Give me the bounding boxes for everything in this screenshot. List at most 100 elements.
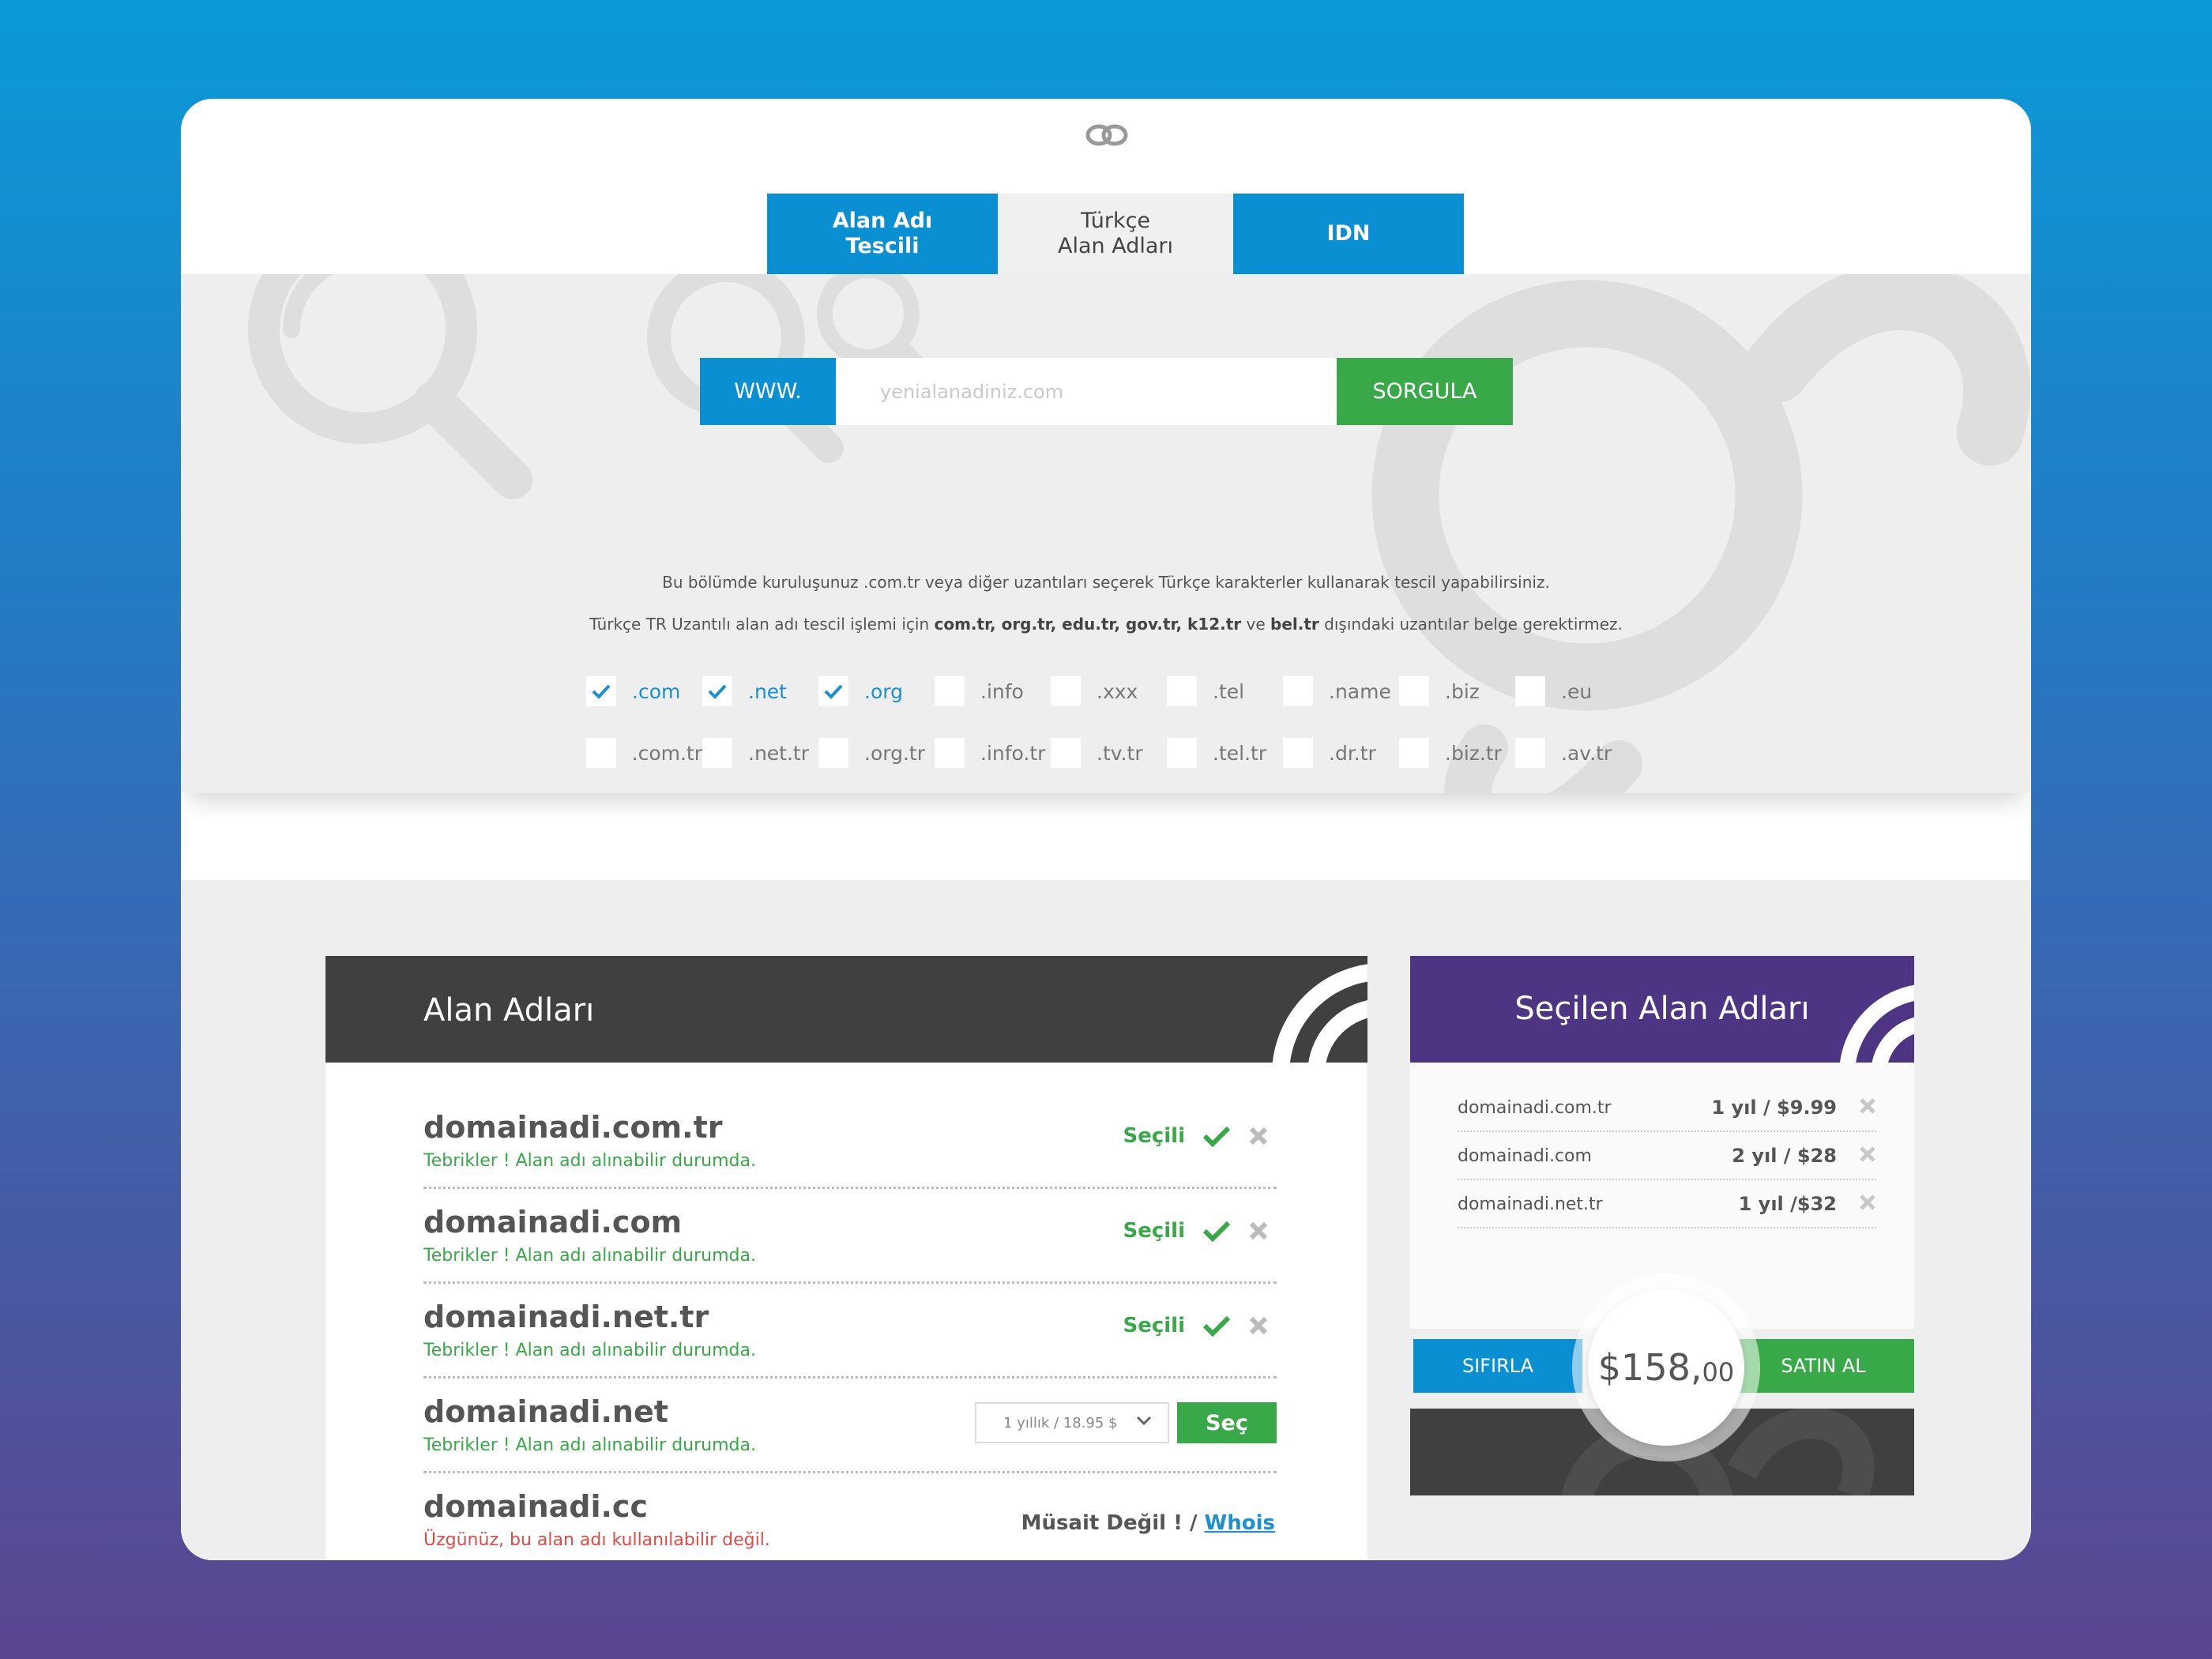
extension-checkbox[interactable] [1167,676,1197,706]
remove-icon[interactable] [1248,1315,1269,1336]
domain-result-row: domainadi.cc Üzgünüz, bu alan adı kullanı… [423,1473,1277,1560]
selected-indicator: Seçili [1123,1314,1269,1337]
domain-search-input[interactable] [836,358,1337,425]
tab-domain-registration[interactable]: Alan Adı Tescili [767,194,998,274]
check-icon [592,684,611,699]
extension-checkbox[interactable] [1167,738,1197,768]
background-frame: Alan Adı Tescili Türkçe Alan Adları IDN … [0,0,2212,1659]
tab-turkish-domains[interactable]: Türkçe Alan Adları [998,194,1233,274]
tab-idn[interactable]: IDN [1233,194,1464,274]
remove-icon[interactable] [1859,1097,1876,1118]
results-section: Alan Adları domainadi.com.tr Tebrikler ! … [181,880,2031,1560]
reset-button[interactable]: SIFIRLA [1413,1339,1582,1393]
extension-option[interactable]: .net [702,675,818,707]
domain-result-row: domainadi.net Tebrikler ! Alan adı alınab… [423,1379,1277,1473]
checkmark-icon [1202,1125,1231,1147]
search-bar: WWW. SORGULA [700,358,1513,425]
unavailable-info: Müsait Değil ! / Whois [1021,1511,1275,1535]
remove-icon[interactable] [1859,1146,1876,1166]
extension-label: .net [748,679,787,703]
selected-domain-price: 1 yıl /$32 [1738,1193,1837,1215]
period-value: 1 yıllık / 18.95 $ [1003,1414,1118,1431]
extension-checkbox[interactable] [1283,676,1313,706]
extension-checkbox[interactable] [1283,738,1313,768]
extension-checkbox[interactable] [1399,738,1429,768]
extension-checkbox[interactable] [1515,676,1545,706]
extension-label: .org.tr [864,741,925,765]
check-icon [824,684,843,699]
extension-label: .biz [1445,679,1480,703]
extension-option[interactable]: .tel [1167,675,1283,707]
selected-label: Seçili [1123,1124,1185,1148]
extension-option[interactable]: .org [818,675,935,707]
extension-option[interactable]: .dr.tr [1283,737,1399,769]
extension-checkbox[interactable] [1051,738,1081,768]
extension-label: .tv.tr [1097,741,1143,765]
extension-option[interactable]: .com.tr [586,737,702,769]
extension-option[interactable]: .com [586,675,702,707]
extension-checkbox[interactable] [586,738,616,768]
extension-checkbox[interactable] [702,676,732,706]
selected-label: Seçili [1123,1219,1185,1243]
extension-option[interactable]: .org.tr [818,737,935,769]
extension-option[interactable]: .info.tr [935,737,1051,769]
period-select[interactable]: 1 yıllık / 18.95 $ [975,1402,1169,1443]
whois-link[interactable]: Whois [1205,1511,1275,1535]
domain-name: domainadi.com [423,1205,683,1240]
remove-icon[interactable] [1859,1194,1876,1214]
extension-option[interactable]: .av.tr [1515,737,1631,769]
selected-header: Seçilen Alan Adları [1410,956,1914,1063]
remove-icon[interactable] [1248,1126,1269,1146]
checkmark-icon [1202,1220,1231,1242]
extension-checkbox[interactable] [586,676,616,706]
info-text-1: Bu bölümde kuruluşunuz .com.tr veya diğe… [662,573,1550,592]
extension-option[interactable]: .xxx [1051,675,1167,707]
selected-domain-name: domainadi.net.tr [1458,1194,1603,1214]
total-price: $158, 00 [1588,1289,1744,1446]
extension-label: .name [1329,679,1391,703]
extension-option[interactable]: .tel.tr [1167,737,1283,769]
extension-checkbox[interactable] [1051,676,1081,706]
domain-status: Tebrikler ! Alan adı alınabilir durumda. [423,1435,756,1455]
tab-bar: Alan Adı Tescili Türkçe Alan Adları IDN [767,194,1464,274]
extension-option[interactable]: .biz.tr [1399,737,1515,769]
query-button[interactable]: SORGULA [1337,358,1513,425]
selected-label: Seçili [1123,1314,1185,1337]
extension-label: .com [632,679,681,703]
extension-label: .org [864,679,903,703]
extension-checkbox[interactable] [1515,738,1545,768]
extension-option[interactable]: .name [1283,675,1399,707]
remove-icon[interactable] [1248,1221,1269,1241]
header-arc-decoration [1272,964,1367,1063]
chevron-down-icon [1136,1416,1152,1426]
info-text-2: Türkçe TR Uzantılı alan adı tescil işlem… [589,615,1623,634]
extension-label: .net.tr [748,741,810,765]
domain-result-row: domainadi.com Tebrikler ! Alan adı alınab… [423,1189,1277,1284]
extension-checkbox[interactable] [818,738,848,768]
extension-checkbox[interactable] [1399,676,1429,706]
extension-label: .info.tr [980,741,1046,765]
extension-option[interactable]: .info [935,675,1051,707]
domain-results-panel: Alan Adları domainadi.com.tr Tebrikler ! … [325,956,1367,1560]
results-header: Alan Adları [325,956,1367,1063]
extension-label: .tel [1213,679,1245,703]
extension-checkbox[interactable] [935,738,965,768]
domain-status: Üzgünüz, bu alan adı kullanılabilir deği… [423,1530,770,1550]
logo-icon [1085,124,1128,146]
extension-option[interactable]: .tv.tr [1051,737,1167,769]
selected-domain-name: domainadi.com.tr [1458,1097,1612,1118]
selected-domains-panel: Seçilen Alan Adları domainadi.com.tr 1 yı… [1410,956,1914,1504]
extension-checkbox[interactable] [935,676,965,706]
extension-option[interactable]: .eu [1515,675,1631,707]
extension-option[interactable]: .biz [1399,675,1515,707]
check-icon [708,684,727,699]
extension-label: .biz.tr [1445,741,1502,765]
unavailable-label: Müsait Değil ! / [1021,1511,1198,1535]
extension-label: .av.tr [1561,741,1612,765]
extension-checkbox[interactable] [702,738,732,768]
select-domain-button[interactable]: Seç [1177,1402,1277,1443]
extension-option[interactable]: .net.tr [702,737,818,769]
extension-checkbox[interactable] [818,676,848,706]
domain-status: Tebrikler ! Alan adı alınabilir durumda. [423,1246,756,1266]
checkmark-icon [1202,1315,1231,1337]
